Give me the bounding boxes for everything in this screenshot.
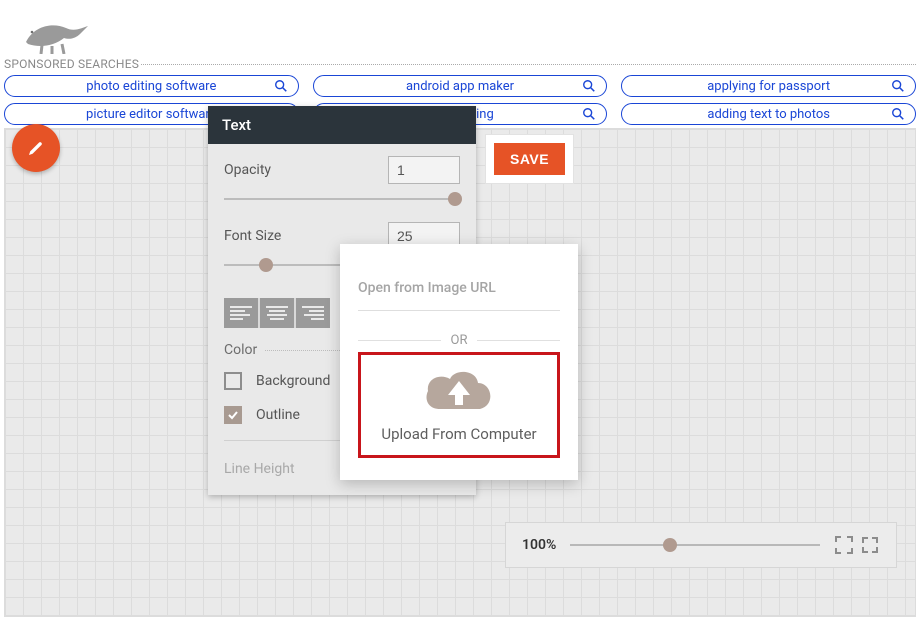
divider-dots <box>141 64 916 65</box>
opacity-label: Opacity <box>224 162 271 178</box>
opacity-slider[interactable] <box>224 192 460 206</box>
outline-checkbox[interactable] <box>224 406 242 424</box>
search-icon <box>582 107 596 121</box>
pencil-icon <box>27 139 45 157</box>
sponsored-pill-label: applying for passport <box>707 79 830 94</box>
opacity-input[interactable] <box>388 156 460 184</box>
upload-caption: Upload From Computer <box>373 425 545 443</box>
open-from-url-input[interactable]: Open from Image URL <box>358 280 560 311</box>
fontsize-label: Font Size <box>224 228 281 244</box>
search-icon <box>274 79 288 93</box>
align-center-button[interactable] <box>260 298 294 328</box>
color-section-label: Color <box>224 342 257 358</box>
sponsored-searches-label: SPONSORED SEARCHES <box>4 57 141 71</box>
lineheight-label: Line Height <box>224 461 295 477</box>
search-icon <box>582 79 596 93</box>
sponsored-searches-header: SPONSORED SEARCHES <box>4 57 916 71</box>
sponsored-pill-label: photo editing software <box>86 79 216 94</box>
zoom-slider[interactable] <box>570 544 820 546</box>
sponsored-pill-label: android app maker <box>406 79 514 94</box>
align-left-button[interactable] <box>224 298 258 328</box>
sponsored-pill-label: picture editor software <box>86 107 217 122</box>
fullscreen-icon[interactable] <box>860 535 880 555</box>
sponsored-pill[interactable]: android app maker <box>313 75 608 97</box>
panel-title: Text <box>208 106 476 144</box>
sponsored-pill-label: adding text to photos <box>707 107 830 122</box>
sponsored-pill[interactable]: adding text to photos <box>621 103 916 125</box>
zoom-percentage: 100% <box>522 537 556 553</box>
upload-dialog: Open from Image URL OR Upload From Compu… <box>340 244 578 480</box>
background-checkbox-label: Background <box>256 373 330 389</box>
search-icon <box>891 107 905 121</box>
sponsored-pill[interactable]: applying for passport <box>621 75 916 97</box>
app-logo <box>22 18 92 54</box>
sponsored-pill[interactable]: photo editing software <box>4 75 299 97</box>
text-align-group <box>224 298 330 328</box>
cloud-upload-icon <box>420 365 498 417</box>
save-button[interactable]: SAVE <box>494 143 565 175</box>
edit-fab-button[interactable] <box>12 124 60 172</box>
or-divider: OR <box>358 333 560 348</box>
check-icon <box>227 409 239 421</box>
outline-checkbox-label: Outline <box>256 407 300 423</box>
save-button-container: SAVE <box>485 134 574 184</box>
search-icon <box>891 79 905 93</box>
fit-to-screen-icon[interactable] <box>834 535 854 555</box>
or-label: OR <box>451 333 468 348</box>
upload-from-computer-button[interactable]: Upload From Computer <box>358 352 560 458</box>
align-right-button[interactable] <box>296 298 330 328</box>
background-checkbox[interactable] <box>224 372 242 390</box>
zoom-toolbar: 100% <box>505 522 897 568</box>
